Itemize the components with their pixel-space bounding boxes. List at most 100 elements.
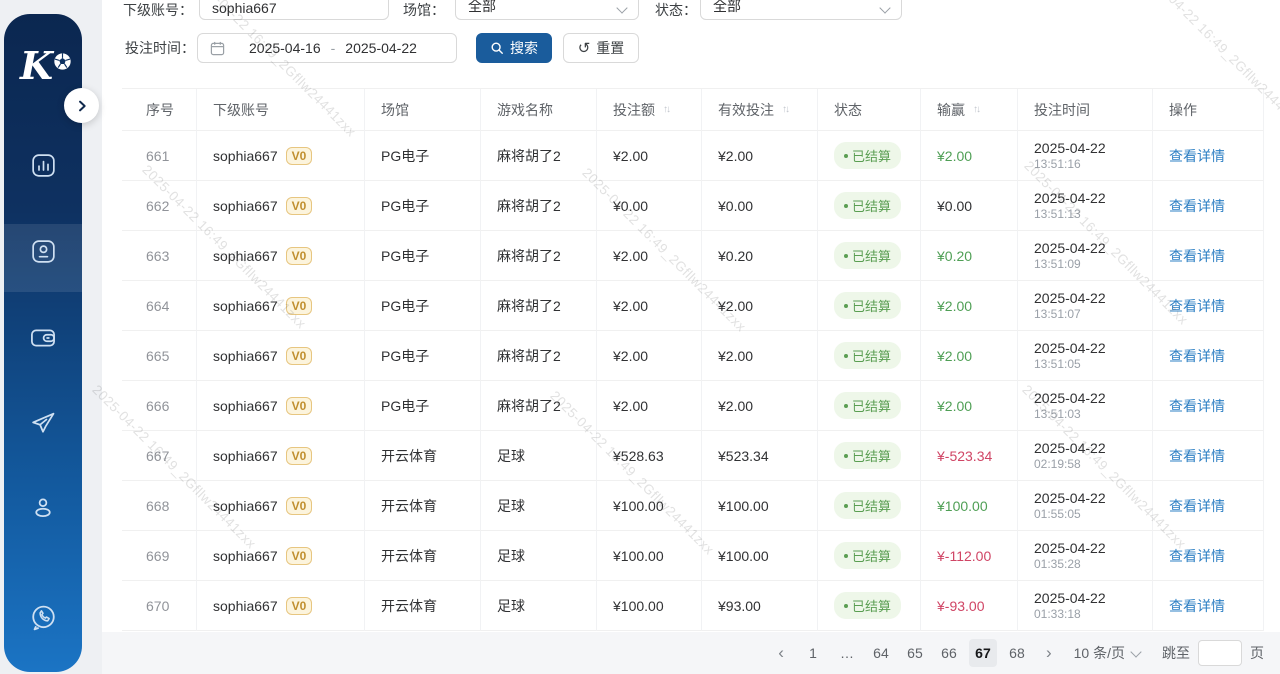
row-bet-amount: ¥2.00: [597, 381, 702, 431]
row-venue: PG电子: [365, 331, 481, 381]
status-dot-icon: [844, 204, 848, 208]
bet-time-filter-label: 投注时间：: [125, 33, 195, 63]
status-label: 已结算: [852, 446, 891, 465]
view-details-link[interactable]: 查看详情: [1169, 346, 1225, 366]
table-row: 662 sophia667 V0 PG电子 麻将胡了2 ¥0.00 ¥0.00 …: [122, 181, 1264, 231]
sidebar-collapse-button[interactable]: [64, 88, 99, 123]
sort-icon[interactable]: ↑↓: [973, 104, 981, 115]
table-row: 670 sophia667 V0 开云体育 足球 ¥100.00 ¥93.00 …: [122, 581, 1264, 631]
sidebar-item-messages[interactable]: [28, 408, 58, 438]
row-status-cell: 已结算: [818, 481, 921, 531]
page-button[interactable]: 1: [799, 639, 827, 667]
table-body: 661 sophia667 V0 PG电子 麻将胡了2 ¥2.00 ¥2.00 …: [122, 131, 1264, 631]
row-venue: 开云体育: [365, 581, 481, 631]
search-button[interactable]: 搜索: [476, 33, 552, 63]
col-header-valid-bet[interactable]: 有效投注↑↓: [702, 89, 818, 131]
col-header-account: 下级账号: [197, 89, 365, 131]
table-row: 664 sophia667 V0 PG电子 麻将胡了2 ¥2.00 ¥2.00 …: [122, 281, 1264, 331]
row-win-loss: ¥2.00: [921, 381, 1018, 431]
bet-records-table: 序号 下级账号 场馆 游戏名称 投注额↑↓ 有效投注↑↓ 状态 输赢↑↓ 投注时…: [122, 88, 1264, 631]
row-index: 665: [122, 331, 197, 381]
bet-date: 2025-04-22: [1034, 289, 1106, 307]
chevron-left-icon[interactable]: ‹: [774, 640, 788, 666]
row-game-name: 麻将胡了2: [481, 381, 597, 431]
page-size-select[interactable]: 10 条/页: [1074, 643, 1140, 663]
reset-button[interactable]: ↺ 重置: [563, 33, 639, 63]
row-index: 661: [122, 131, 197, 181]
vip-level-badge: V0: [286, 297, 313, 315]
account-name: sophia667: [213, 148, 278, 164]
view-details-link[interactable]: 查看详情: [1169, 246, 1225, 266]
bet-time: 02:19:58: [1034, 457, 1106, 472]
row-venue: PG电子: [365, 381, 481, 431]
status-dot-icon: [844, 504, 848, 508]
row-bet-amount: ¥2.00: [597, 231, 702, 281]
page-button[interactable]: 66: [935, 639, 963, 667]
date-from-value[interactable]: 2025-04-16: [249, 40, 321, 56]
chevron-right-icon[interactable]: ›: [1042, 640, 1056, 666]
venue-select[interactable]: 全部: [455, 0, 639, 20]
row-account-cell: sophia667 V0: [197, 481, 365, 531]
sort-icon[interactable]: ↑↓: [782, 104, 790, 115]
row-win-loss: ¥-112.00: [921, 531, 1018, 581]
status-select[interactable]: 全部: [700, 0, 902, 20]
status-label: 已结算: [852, 296, 891, 315]
view-details-link[interactable]: 查看详情: [1169, 396, 1225, 416]
sidebar-item-reports[interactable]: [28, 150, 58, 180]
account-name: sophia667: [213, 198, 278, 214]
person-icon: [29, 494, 57, 522]
table-row: 666 sophia667 V0 PG电子 麻将胡了2 ¥2.00 ¥2.00 …: [122, 381, 1264, 431]
bet-date: 2025-04-22: [1034, 239, 1106, 257]
sidebar-item-members[interactable]: [28, 236, 58, 266]
row-game-name: 麻将胡了2: [481, 231, 597, 281]
jump-to-page-input[interactable]: [1198, 640, 1242, 666]
page-button[interactable]: 65: [901, 639, 929, 667]
row-win-loss: ¥-93.00: [921, 581, 1018, 631]
view-details-link[interactable]: 查看详情: [1169, 296, 1225, 316]
row-action-cell: 查看详情: [1153, 581, 1264, 631]
row-venue: PG电子: [365, 281, 481, 331]
view-details-link[interactable]: 查看详情: [1169, 196, 1225, 216]
row-account-cell: sophia667 V0: [197, 131, 365, 181]
status-badge: 已结算: [834, 142, 901, 169]
jump-page-suffix: 页: [1250, 643, 1264, 663]
sort-icon[interactable]: ↑↓: [663, 104, 671, 115]
sidebar-item-profile[interactable]: [28, 493, 58, 523]
row-game-name: 麻将胡了2: [481, 281, 597, 331]
account-input-value: sophia667: [212, 0, 277, 16]
view-details-link[interactable]: 查看详情: [1169, 596, 1225, 616]
view-details-link[interactable]: 查看详情: [1169, 446, 1225, 466]
status-label: 已结算: [852, 246, 891, 265]
row-win-loss: ¥-523.34: [921, 431, 1018, 481]
search-button-label: 搜索: [510, 38, 538, 58]
col-header-bet-amount[interactable]: 投注额↑↓: [597, 89, 702, 131]
vip-level-badge: V0: [286, 597, 313, 615]
reset-button-label: 重置: [596, 38, 624, 58]
row-index: 664: [122, 281, 197, 331]
account-input[interactable]: sophia667: [199, 0, 389, 20]
row-index: 670: [122, 581, 197, 631]
sidebar-item-wallet[interactable]: [28, 323, 58, 353]
date-range-picker[interactable]: 2025-04-16 - 2025-04-22: [197, 33, 457, 63]
view-details-link[interactable]: 查看详情: [1169, 146, 1225, 166]
row-account-cell: sophia667 V0: [197, 331, 365, 381]
col-header-win-loss[interactable]: 输赢↑↓: [921, 89, 1018, 131]
page-button[interactable]: …: [833, 639, 861, 667]
page-button[interactable]: 68: [1003, 639, 1031, 667]
page-button[interactable]: 64: [867, 639, 895, 667]
vip-level-badge: V0: [286, 447, 313, 465]
phone-chat-icon: [29, 603, 58, 632]
row-game-name: 足球: [481, 431, 597, 481]
page-button[interactable]: 67: [969, 639, 997, 667]
bet-time: 13:51:13: [1034, 207, 1106, 222]
date-to-value[interactable]: 2025-04-22: [345, 40, 417, 56]
chevron-down-icon: [1130, 646, 1141, 657]
account-name: sophia667: [213, 248, 278, 264]
view-details-link[interactable]: 查看详情: [1169, 496, 1225, 516]
view-details-link[interactable]: 查看详情: [1169, 546, 1225, 566]
row-index: 662: [122, 181, 197, 231]
chevron-down-icon: [879, 2, 890, 13]
sidebar-item-support[interactable]: [28, 602, 58, 632]
vip-level-badge: V0: [286, 497, 313, 515]
account-name: sophia667: [213, 548, 278, 564]
